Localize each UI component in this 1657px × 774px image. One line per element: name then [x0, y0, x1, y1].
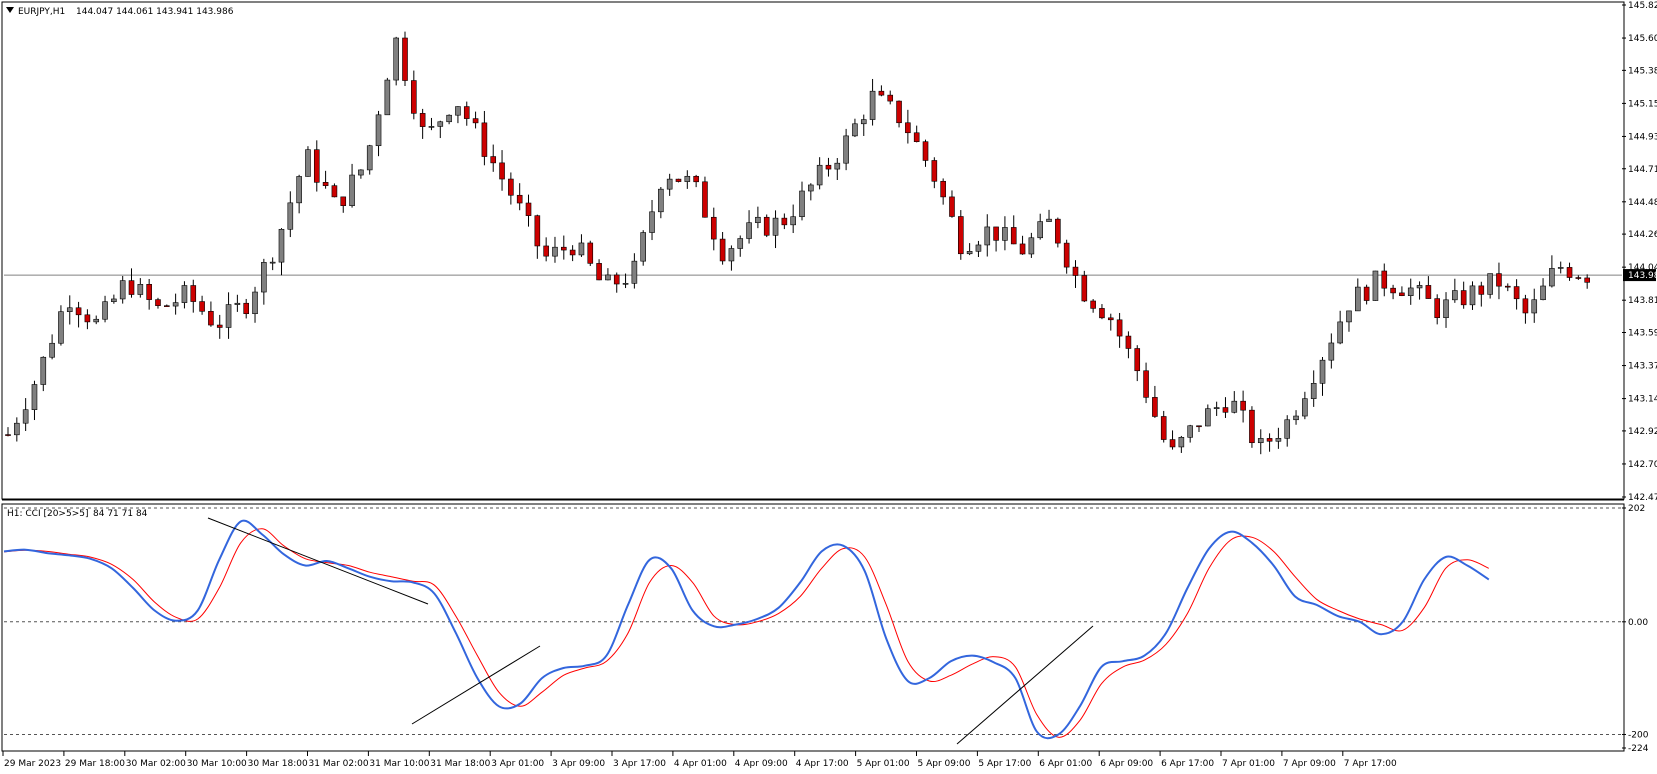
time-tick-label: 6 Apr 01:00 [1039, 759, 1092, 769]
time-tick-label: 31 Mar 18:00 [430, 759, 490, 769]
time-tick-label: 30 Mar 10:00 [187, 759, 247, 769]
price-tick-label: 142.925 [1628, 427, 1657, 437]
price-tick-label: 143.815 [1628, 296, 1657, 306]
time-tick-label: 7 Apr 01:00 [1222, 759, 1275, 769]
time-tick-label: 6 Apr 17:00 [1161, 759, 1214, 769]
time-tick-label: 3 Apr 17:00 [613, 759, 666, 769]
indicator-tick-label: 0.00 [1628, 618, 1648, 628]
price-tick-label: 145.380 [1628, 66, 1657, 76]
time-tick-label: 29 Mar 2023 [4, 759, 61, 769]
indicator-tick-label: -224 [1628, 744, 1649, 754]
time-axis: 29 Mar 2023 29 Mar 18:00 30 Mar 02:00 30 Ma… [2, 751, 1397, 769]
price-panel-frame [1, 1, 1625, 500]
time-tick-label: 5 Apr 17:00 [978, 759, 1031, 769]
time-tick-label: 3 Apr 09:00 [552, 759, 605, 769]
candle [305, 146, 311, 177]
price-tick-label: 143.370 [1628, 362, 1657, 372]
candle [1372, 270, 1379, 301]
price-tick-label: 142.475 [1628, 493, 1657, 503]
candle [702, 176, 708, 218]
price-tick-label: 142.700 [1628, 460, 1657, 470]
current-price-label: 143.986 [1628, 271, 1657, 281]
price-tick-label: 143.595 [1628, 329, 1657, 339]
time-tick-label: 29 Mar 18:00 [65, 759, 125, 769]
price-tick-label: 145.600 [1628, 34, 1657, 44]
indicator-tick-label: 202 [1628, 504, 1645, 514]
indicator-tick-label: -200 [1628, 730, 1649, 740]
candle [331, 183, 338, 198]
ohlc-label: 144.047 144.061 143.941 143.986 [76, 7, 234, 17]
time-tick-label: 5 Apr 09:00 [918, 759, 971, 769]
time-tick-label: 3 Apr 01:00 [491, 759, 544, 769]
indicator-panel-frame [1, 503, 1625, 752]
candle [587, 240, 594, 267]
time-tick-label: 4 Apr 09:00 [735, 759, 788, 769]
price-tick-label: 144.485 [1628, 198, 1657, 208]
time-tick-label: 6 Apr 09:00 [1100, 759, 1153, 769]
candle [1081, 270, 1088, 303]
price-tick-label: 145.155 [1628, 99, 1657, 109]
price-tick-label: 144.930 [1628, 132, 1657, 142]
time-tick-label: 5 Apr 01:00 [857, 759, 910, 769]
time-tick-label: 7 Apr 17:00 [1344, 759, 1397, 769]
time-tick-label: 30 Mar 02:00 [126, 759, 186, 769]
time-tick-label: 4 Apr 01:00 [674, 759, 727, 769]
candle [393, 36, 399, 86]
price-tick-label: 143.145 [1628, 395, 1657, 405]
time-tick-label: 4 Apr 17:00 [796, 759, 849, 769]
chart-canvas: EURJPY,H1 144.047 144.061 143.941 143.98… [1, 1, 1657, 769]
candle [366, 144, 373, 175]
price-tick-label: 144.710 [1628, 165, 1657, 175]
time-tick-label: 31 Mar 10:00 [369, 759, 429, 769]
candle [957, 210, 964, 260]
candle [640, 230, 647, 266]
price-tick-label: 145.825 [1628, 1, 1657, 11]
candle [675, 178, 682, 183]
symbol-label: EURJPY,H1 [18, 7, 65, 17]
time-tick-label: 30 Mar 18:00 [248, 759, 308, 769]
candle [1249, 406, 1255, 448]
indicator-values: 84 71 71 84 [93, 509, 148, 519]
candle [384, 77, 391, 116]
indicator-label: H1: CCI [20>5>5] [7, 509, 88, 519]
time-tick-label: 31 Mar 02:00 [309, 759, 369, 769]
candle [402, 31, 408, 87]
price-tick-label: 144.265 [1628, 230, 1657, 240]
time-tick-label: 7 Apr 09:00 [1283, 759, 1336, 769]
candle [763, 214, 770, 238]
candle [1055, 217, 1061, 248]
